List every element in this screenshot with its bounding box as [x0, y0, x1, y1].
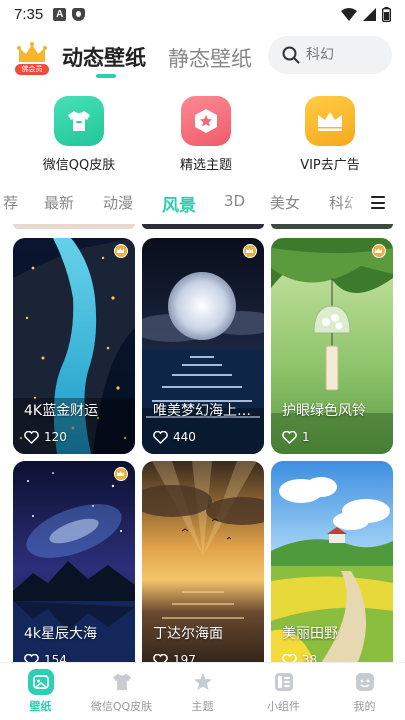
category-tab[interactable]: 3D	[224, 192, 245, 210]
wallpaper-icon	[27, 669, 54, 695]
heart-icon	[24, 430, 39, 444]
shortcut-row: 微信QQ皮肤 精选主题 VIP去广告	[0, 96, 405, 176]
previous-card-edge	[13, 224, 135, 229]
category-fade	[341, 186, 371, 220]
shortcut-vip-no-ads[interactable]: VIP去广告	[270, 96, 390, 173]
category-tab[interactable]: 动漫	[103, 192, 133, 213]
wallpaper-grid[interactable]: 4K蓝金财运 120 唯美梦幻海上月光 440 护眼绿色风铃 1 4k星辰大海 …	[0, 224, 405, 664]
nav-profile[interactable]: 我的	[324, 669, 405, 714]
status-time: 7:35	[14, 5, 44, 23]
signal-icon	[363, 7, 376, 21]
wallpaper-card[interactable]: 丁达尔海面 197	[142, 461, 264, 664]
vip-crown-icon	[114, 467, 128, 481]
wallpaper-image	[142, 238, 264, 454]
category-tab[interactable]: 最新	[44, 192, 74, 213]
widget-icon	[271, 669, 297, 695]
nav-themes[interactable]: 主题	[162, 669, 243, 714]
search-box[interactable]	[268, 36, 392, 74]
wallpaper-image	[271, 238, 393, 454]
vip-crown-icon	[243, 244, 257, 258]
like-count: 120	[44, 430, 67, 444]
shortcut-label: VIP去广告	[300, 158, 360, 173]
search-input[interactable]	[306, 47, 376, 63]
hexagon-star-icon	[181, 96, 231, 146]
wallpaper-likes[interactable]: 440	[153, 430, 196, 444]
a-icon	[53, 7, 67, 21]
shortcut-label: 微信QQ皮肤	[42, 158, 116, 173]
tab-dynamic-wallpaper[interactable]: 动态壁纸	[62, 42, 146, 72]
nav-wallpaper[interactable]: 壁纸	[0, 669, 81, 714]
shortcut-label: 精选主题	[179, 158, 232, 173]
menu-icon[interactable]	[371, 196, 385, 209]
nav-wechat-qq-skin[interactable]: 微信QQ皮肤	[81, 669, 162, 714]
category-tab[interactable]: 荐	[3, 192, 18, 213]
wallpaper-card[interactable]: 唯美梦幻海上月光 440	[142, 238, 264, 454]
shortcut-featured-themes[interactable]: 精选主题	[146, 96, 266, 173]
vip-crown-icon	[372, 244, 386, 258]
wallpaper-card[interactable]: 4k星辰大海 154	[13, 461, 135, 664]
wallpaper-likes[interactable]: 1	[282, 430, 310, 444]
heart-icon	[282, 430, 297, 444]
wallpaper-title: 唯美梦幻海上月光	[153, 403, 259, 419]
tab-active-indicator	[96, 74, 116, 78]
wallpaper-title: 丁达尔海面	[153, 626, 223, 642]
nav-label: 我的	[353, 700, 376, 713]
wallpaper-title: 美丽田野	[282, 626, 338, 642]
nav-label: 小组件	[267, 700, 300, 713]
nav-widgets[interactable]: 小组件	[243, 669, 324, 714]
bottom-nav: 壁纸 微信QQ皮肤 主题 小组件 我的	[0, 662, 405, 720]
wallpaper-title: 护眼绿色风铃	[282, 403, 366, 419]
wallpaper-title: 4k星辰大海	[24, 626, 98, 642]
previous-card-edge	[271, 224, 393, 229]
category-tab[interactable]: 美女	[270, 192, 300, 213]
battery-icon	[382, 6, 391, 22]
tab-static-wallpaper[interactable]: 静态壁纸	[168, 43, 252, 73]
like-count: 1	[302, 430, 310, 444]
wallpaper-card[interactable]: 4K蓝金财运 120	[13, 238, 135, 454]
shield-icon	[72, 7, 86, 21]
crown-icon	[305, 96, 355, 146]
top-header: 佛会员 动态壁纸 静态壁纸	[0, 36, 405, 80]
heart-icon	[153, 430, 168, 444]
wallpaper-likes[interactable]: 120	[24, 430, 67, 444]
profile-icon	[352, 669, 378, 695]
search-icon	[282, 46, 300, 64]
like-count: 440	[173, 430, 196, 444]
wallpaper-title: 4K蓝金财运	[24, 403, 99, 419]
shortcut-wechat-qq-skin[interactable]: 微信QQ皮肤	[19, 96, 139, 173]
tshirt-icon	[109, 669, 135, 695]
tshirt-icon	[54, 96, 104, 146]
wallpaper-card[interactable]: 美丽田野 38	[271, 461, 393, 664]
category-tabs: 荐 最新 动漫 风景 3D 美女 科幻	[0, 186, 405, 220]
nav-label: 壁纸	[29, 700, 52, 713]
category-tab-active[interactable]: 风景	[162, 191, 196, 216]
wallpaper-card[interactable]: 护眼绿色风铃 1	[271, 238, 393, 454]
wallpaper-image	[13, 238, 135, 454]
previous-card-edge	[142, 224, 264, 229]
nav-label: 主题	[191, 700, 214, 713]
theme-icon	[190, 669, 216, 695]
status-bar: 7:35	[0, 0, 405, 28]
wifi-icon	[341, 7, 357, 21]
app-screen: 7:35 佛会员 动态壁纸 静态壁纸 微信QQ皮肤	[0, 0, 405, 720]
nav-label: 微信QQ皮肤	[90, 700, 153, 713]
vip-crown-icon	[114, 244, 128, 258]
vip-badge-label: 佛会员	[15, 64, 49, 75]
